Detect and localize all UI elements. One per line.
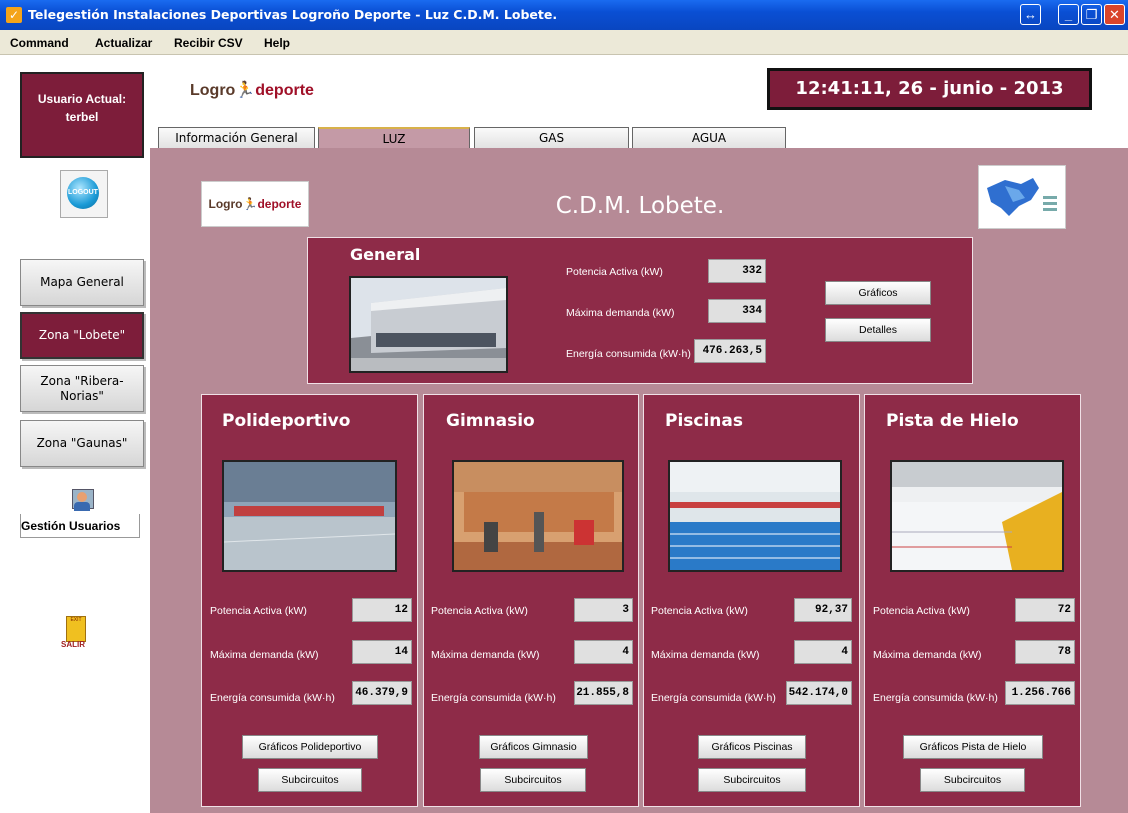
zone-graficos-button[interactable]: Gráficos Pista de Hielo — [903, 735, 1043, 759]
zone-graficos-button[interactable]: Gráficos Piscinas — [698, 735, 806, 759]
tab-agua[interactable]: AGUA — [632, 127, 786, 148]
logout-button[interactable]: LOGOUT — [60, 170, 108, 218]
logrono-deporte-logo: Logro🏃deporte — [190, 82, 314, 99]
menu-help[interactable]: Help — [264, 36, 290, 50]
zone-demanda-value: 4 — [794, 640, 852, 664]
general-demanda-label: Máxima demanda (kW) — [566, 307, 675, 319]
zone-photo-gimnasio — [452, 460, 624, 572]
zone-potencia-label: Potencia Activa (kW) — [651, 605, 748, 617]
current-user-name: terbel — [65, 110, 99, 124]
gestion-usuarios-button[interactable]: Gestión Usuarios — [20, 514, 140, 538]
zone-energia-label: Energía consumida (kW·h) — [210, 692, 335, 704]
zone-photo-piscinas — [668, 460, 842, 572]
zone-subcircuitos-button[interactable]: Subcircuitos — [698, 768, 806, 792]
zone-energia-label: Energía consumida (kW·h) — [873, 692, 998, 704]
zone-energia-value: 542.174,0 — [786, 681, 852, 705]
zone-photo-polideportivo — [222, 460, 397, 572]
zone-energia-label: Energía consumida (kW·h) — [431, 692, 556, 704]
tab-informacion-general[interactable]: Información General — [158, 127, 315, 148]
zone-demanda-label: Máxima demanda (kW) — [873, 649, 982, 661]
general-detalles-button[interactable]: Detalles — [825, 318, 931, 342]
current-user-box: Usuario Actual: terbel — [20, 72, 144, 158]
tab-luz[interactable]: LUZ — [318, 127, 470, 148]
menu-actualizar[interactable]: Actualizar — [95, 36, 152, 50]
zone-subcircuitos-button[interactable]: Subcircuitos — [920, 768, 1025, 792]
zone-potencia-label: Potencia Activa (kW) — [431, 605, 528, 617]
zone-energia-value: 1.256.766 — [1005, 681, 1075, 705]
logo-figure-icon: 🏃 — [235, 82, 256, 99]
zone-title: Piscinas — [665, 411, 744, 431]
zone-title: Pista de Hielo — [886, 411, 1019, 431]
tab-gas[interactable]: GAS — [474, 127, 629, 148]
zone-subcircuitos-button[interactable]: Subcircuitos — [258, 768, 362, 792]
nav-mapa-general[interactable]: Mapa General — [20, 259, 144, 306]
window-title: Telegestión Instalaciones Deportivas Log… — [28, 7, 558, 22]
nav-zona-gaunas[interactable]: Zona "Gaunas" — [20, 420, 144, 467]
zone-demanda-label: Máxima demanda (kW) — [431, 649, 540, 661]
zone-demanda-label: Máxima demanda (kW) — [651, 649, 760, 661]
zone-title: Gimnasio — [446, 411, 535, 431]
zone-potencia-value: 92,37 — [794, 598, 852, 622]
nav-zona-ribera-norias[interactable]: Zona "Ribera-Norias" — [20, 365, 144, 412]
zone-energia-label: Energía consumida (kW·h) — [651, 692, 776, 704]
zone-energia-value: 46.379,9 — [352, 681, 412, 705]
general-potencia-value: 332 — [708, 259, 766, 283]
menu-command[interactable]: Command — [10, 36, 69, 50]
zone-demanda-value: 4 — [574, 640, 633, 664]
close-icon[interactable]: ✕ — [1104, 4, 1125, 25]
window-titlebar: ✓ Telegestión Instalaciones Deportivas L… — [0, 0, 1128, 30]
maximize-icon[interactable]: ❐ — [1081, 4, 1102, 25]
general-potencia-label: Potencia Activa (kW) — [566, 266, 663, 278]
zone-graficos-button[interactable]: Gráficos Polideportivo — [242, 735, 378, 759]
zone-potencia-label: Potencia Activa (kW) — [873, 605, 970, 617]
content-logo: Logro🏃deporte — [201, 181, 309, 227]
general-graficos-button[interactable]: Gráficos — [825, 281, 931, 305]
zone-demanda-value: 78 — [1015, 640, 1075, 664]
zone-subcircuitos-button[interactable]: Subcircuitos — [480, 768, 586, 792]
map-icon — [987, 178, 1057, 216]
zone-energia-value: 21.855,8 — [574, 681, 633, 705]
zone-potencia-value: 72 — [1015, 598, 1075, 622]
nav-zona-lobete[interactable]: Zona "Lobete" — [20, 312, 144, 359]
current-user-label: Usuario Actual: — [37, 92, 127, 106]
user-management-icon[interactable] — [68, 487, 96, 513]
minimize-icon[interactable]: _ — [1058, 4, 1079, 25]
zone-graficos-button[interactable]: Gráficos Gimnasio — [479, 735, 588, 759]
salir-label: SALIR — [61, 640, 85, 649]
general-energia-label: Energía consumida (kW·h) — [566, 348, 691, 360]
zone-demanda-value: 14 — [352, 640, 412, 664]
clock-display: 12:41:11, 26 - junio - 2013 — [767, 68, 1092, 110]
exit-door-icon: EXIT — [66, 616, 86, 642]
general-building-photo — [349, 276, 508, 373]
general-energia-value: 476.263,5 — [694, 339, 766, 363]
zone-demanda-label: Máxima demanda (kW) — [210, 649, 319, 661]
page-title: C.D.M. Lobete. — [555, 193, 725, 219]
exit-button[interactable]: EXIT SALIR — [61, 616, 87, 650]
general-demanda-value: 334 — [708, 299, 766, 323]
zone-photo-pista-de-hielo — [890, 460, 1064, 572]
zone-potencia-value: 3 — [574, 598, 633, 622]
menu-recibir-csv[interactable]: Recibir CSV — [174, 36, 243, 50]
app-icon: ✓ — [6, 7, 22, 23]
restore-arrows-icon[interactable]: ↔ — [1020, 4, 1041, 25]
zone-potencia-value: 12 — [352, 598, 412, 622]
menu-bar: Command Actualizar Recibir CSV Help — [0, 30, 1128, 55]
logout-icon: LOGOUT — [67, 177, 99, 209]
map-thumbnail[interactable] — [978, 165, 1066, 229]
zone-potencia-label: Potencia Activa (kW) — [210, 605, 307, 617]
zone-title: Polideportivo — [222, 411, 351, 431]
general-title: General — [350, 245, 421, 264]
